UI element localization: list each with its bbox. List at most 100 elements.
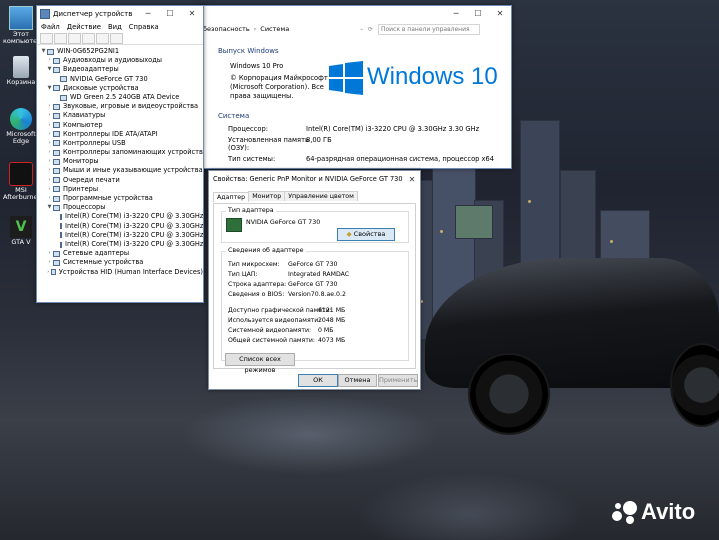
forward-icon[interactable] [54, 32, 67, 44]
chevron-right-icon[interactable]: › [46, 139, 53, 148]
afterburner-icon [9, 162, 33, 186]
tree-device[interactable]: Intel(R) Core(TM) i3-3220 CPU @ 3.30GHz [40, 222, 203, 231]
desktop-icon-computer[interactable]: Этот компьютер [3, 6, 41, 45]
menu-view[interactable]: Вид [108, 23, 122, 31]
device-icon [53, 195, 60, 202]
tree-category[interactable]: › Принтеры [40, 185, 203, 194]
avito-text: Avito [641, 499, 696, 524]
tree-root[interactable]: ▼ WIN-0G652PG2NI1 [40, 47, 203, 56]
tree-category[interactable]: › Мыши и иные указывающие устройства [40, 166, 203, 175]
chevron-right-icon[interactable]: › [46, 258, 53, 267]
chevron-right-icon[interactable]: › [46, 148, 53, 157]
close-button[interactable]: ✕ [181, 9, 203, 18]
help-icon[interactable] [82, 32, 95, 44]
chevron-down-icon[interactable]: ▼ [46, 65, 53, 74]
chevron-down-icon[interactable]: ⌄ [359, 26, 364, 32]
ram-label: Установленная память (ОЗУ): [228, 136, 309, 152]
chevron-right-icon[interactable]: › [46, 176, 53, 185]
tree-category[interactable]: › Очереди печати [40, 176, 203, 185]
chevron-down-icon[interactable]: ▼ [46, 203, 53, 212]
tree-category[interactable]: › Программные устройства [40, 194, 203, 203]
system-type-label: Тип системы: [228, 155, 276, 163]
chevron-right-icon[interactable]: › [46, 111, 53, 120]
desktop-icon-afterburner[interactable]: MSI Afterburner [3, 162, 40, 201]
desktop-icon-edge[interactable]: Microsoft Edge [3, 108, 39, 145]
chevron-right-icon[interactable]: › [46, 185, 53, 194]
copyright-line-1: © Корпорация Майкрософт [230, 74, 328, 82]
apply-button[interactable]: Применить [378, 374, 418, 387]
device-icon [53, 140, 60, 147]
tree-item-label: Сетевые адаптеры [63, 249, 130, 258]
tree-device[interactable]: Intel(R) Core(TM) i3-3220 CPU @ 3.30GHz [40, 231, 203, 240]
tree-device[interactable]: WD Green 2.5 240GB ATA Device [40, 93, 203, 102]
chevron-down-icon[interactable]: ▼ [46, 84, 53, 93]
tree-item-label: Мониторы [63, 157, 99, 166]
breadcrumb-security[interactable]: безопасность [203, 25, 250, 33]
tree-category[interactable]: › Контроллеры запоминающих устройств [40, 148, 203, 157]
menu-action[interactable]: Действие [67, 23, 101, 31]
tree-device[interactable]: NVIDIA GeForce GT 730 [40, 75, 203, 84]
search-input[interactable]: Поиск в панели управления [377, 23, 480, 35]
tree-item-label: NVIDIA GeForce GT 730 [70, 74, 148, 83]
close-button[interactable]: ✕ [489, 9, 511, 18]
properties-icon[interactable] [68, 32, 81, 44]
tree-device[interactable]: Intel(R) Core(TM) i3-3220 CPU @ 3.30GHz [40, 212, 203, 221]
tree-item-label: Контроллеры запоминающих устройств [63, 148, 203, 157]
chevron-right-icon[interactable]: › [46, 249, 53, 258]
chevron-right-icon[interactable]: › [46, 121, 53, 130]
device-icon [53, 122, 60, 129]
list-all-modes-button[interactable]: Список всех режимов [225, 353, 295, 374]
tree-category[interactable]: › Сетевые адаптеры [40, 249, 203, 258]
breadcrumb-system[interactable]: Система [260, 25, 289, 33]
tree-category[interactable]: › Системные устройства [40, 258, 203, 267]
refresh-icon[interactable]: ⟳ [368, 26, 373, 33]
menu-file[interactable]: Файл [41, 23, 60, 31]
tree-category[interactable]: ▼ Процессоры [40, 203, 203, 212]
tree-category[interactable]: › Компьютер [40, 121, 203, 130]
desktop-icon-recycle[interactable]: Корзина [3, 56, 39, 86]
tree-category[interactable]: › Устройства HID (Human Interface Devices… [40, 268, 203, 277]
ram-value: 8,00 ГБ [306, 136, 332, 144]
tree-item-label: Аудиовходы и аудиовыходы [63, 56, 162, 65]
tree-category[interactable]: › Контроллеры USB [40, 139, 203, 148]
tree-item-label: Процессоры [63, 203, 106, 212]
tab-adapter[interactable]: Адаптер [213, 192, 250, 202]
minimize-button[interactable]: ─ [137, 9, 159, 18]
tree-category[interactable]: › Контроллеры IDE ATA/ATAPI [40, 130, 203, 139]
chip-type-value: GeForce GT 730 [288, 261, 338, 268]
tree-category[interactable]: › Звуковые, игровые и видеоустройства [40, 102, 203, 111]
monitor-icon[interactable] [110, 32, 123, 44]
menu-help[interactable]: Справка [129, 23, 159, 31]
tree-category[interactable]: › Аудиовходы и аудиовыходы [40, 56, 203, 65]
minimize-button[interactable]: ─ [445, 9, 467, 18]
tree-category[interactable]: ▼ Дисковые устройства [40, 84, 203, 93]
device-manager-window: Диспетчер устройств ─ ☐ ✕ Файл Действие … [36, 5, 204, 303]
properties-button[interactable]: ◆ Свойства [337, 228, 395, 241]
chevron-right-icon[interactable]: › [46, 56, 53, 65]
ok-button[interactable]: ОК [298, 374, 338, 387]
chevron-right-icon[interactable]: › [46, 102, 53, 111]
update-driver-icon[interactable] [96, 32, 109, 44]
tree-item-label: Контроллеры USB [63, 138, 126, 147]
tab-monitor[interactable]: Монитор [248, 191, 286, 201]
close-button[interactable]: ✕ [404, 175, 420, 184]
tab-color-management[interactable]: Управление цветом [284, 191, 358, 201]
cancel-button[interactable]: Отмена [338, 374, 377, 387]
chevron-down-icon[interactable]: ▼ [40, 47, 47, 56]
maximize-button[interactable]: ☐ [159, 9, 181, 18]
tree-category[interactable]: ▼ Видеоадаптеры [40, 65, 203, 74]
device-icon [60, 241, 62, 248]
maximize-button[interactable]: ☐ [467, 9, 489, 18]
chevron-right-icon[interactable]: › [46, 130, 53, 139]
desktop-icon-gta[interactable]: V GTA V [3, 216, 39, 246]
chevron-right-icon[interactable]: › [46, 166, 53, 175]
tree-category[interactable]: › Мониторы [40, 157, 203, 166]
edition-value: Windows 10 Pro [230, 62, 284, 70]
tree-category[interactable]: › Клавиатуры [40, 111, 203, 120]
tree-device[interactable]: Intel(R) Core(TM) i3-3220 CPU @ 3.30GHz [40, 240, 203, 249]
back-icon[interactable] [40, 32, 53, 44]
chevron-right-icon[interactable]: › [46, 157, 53, 166]
chevron-right-icon[interactable]: › [46, 194, 53, 203]
tree-item-label: Принтеры [63, 184, 99, 193]
toolbar [37, 32, 203, 45]
